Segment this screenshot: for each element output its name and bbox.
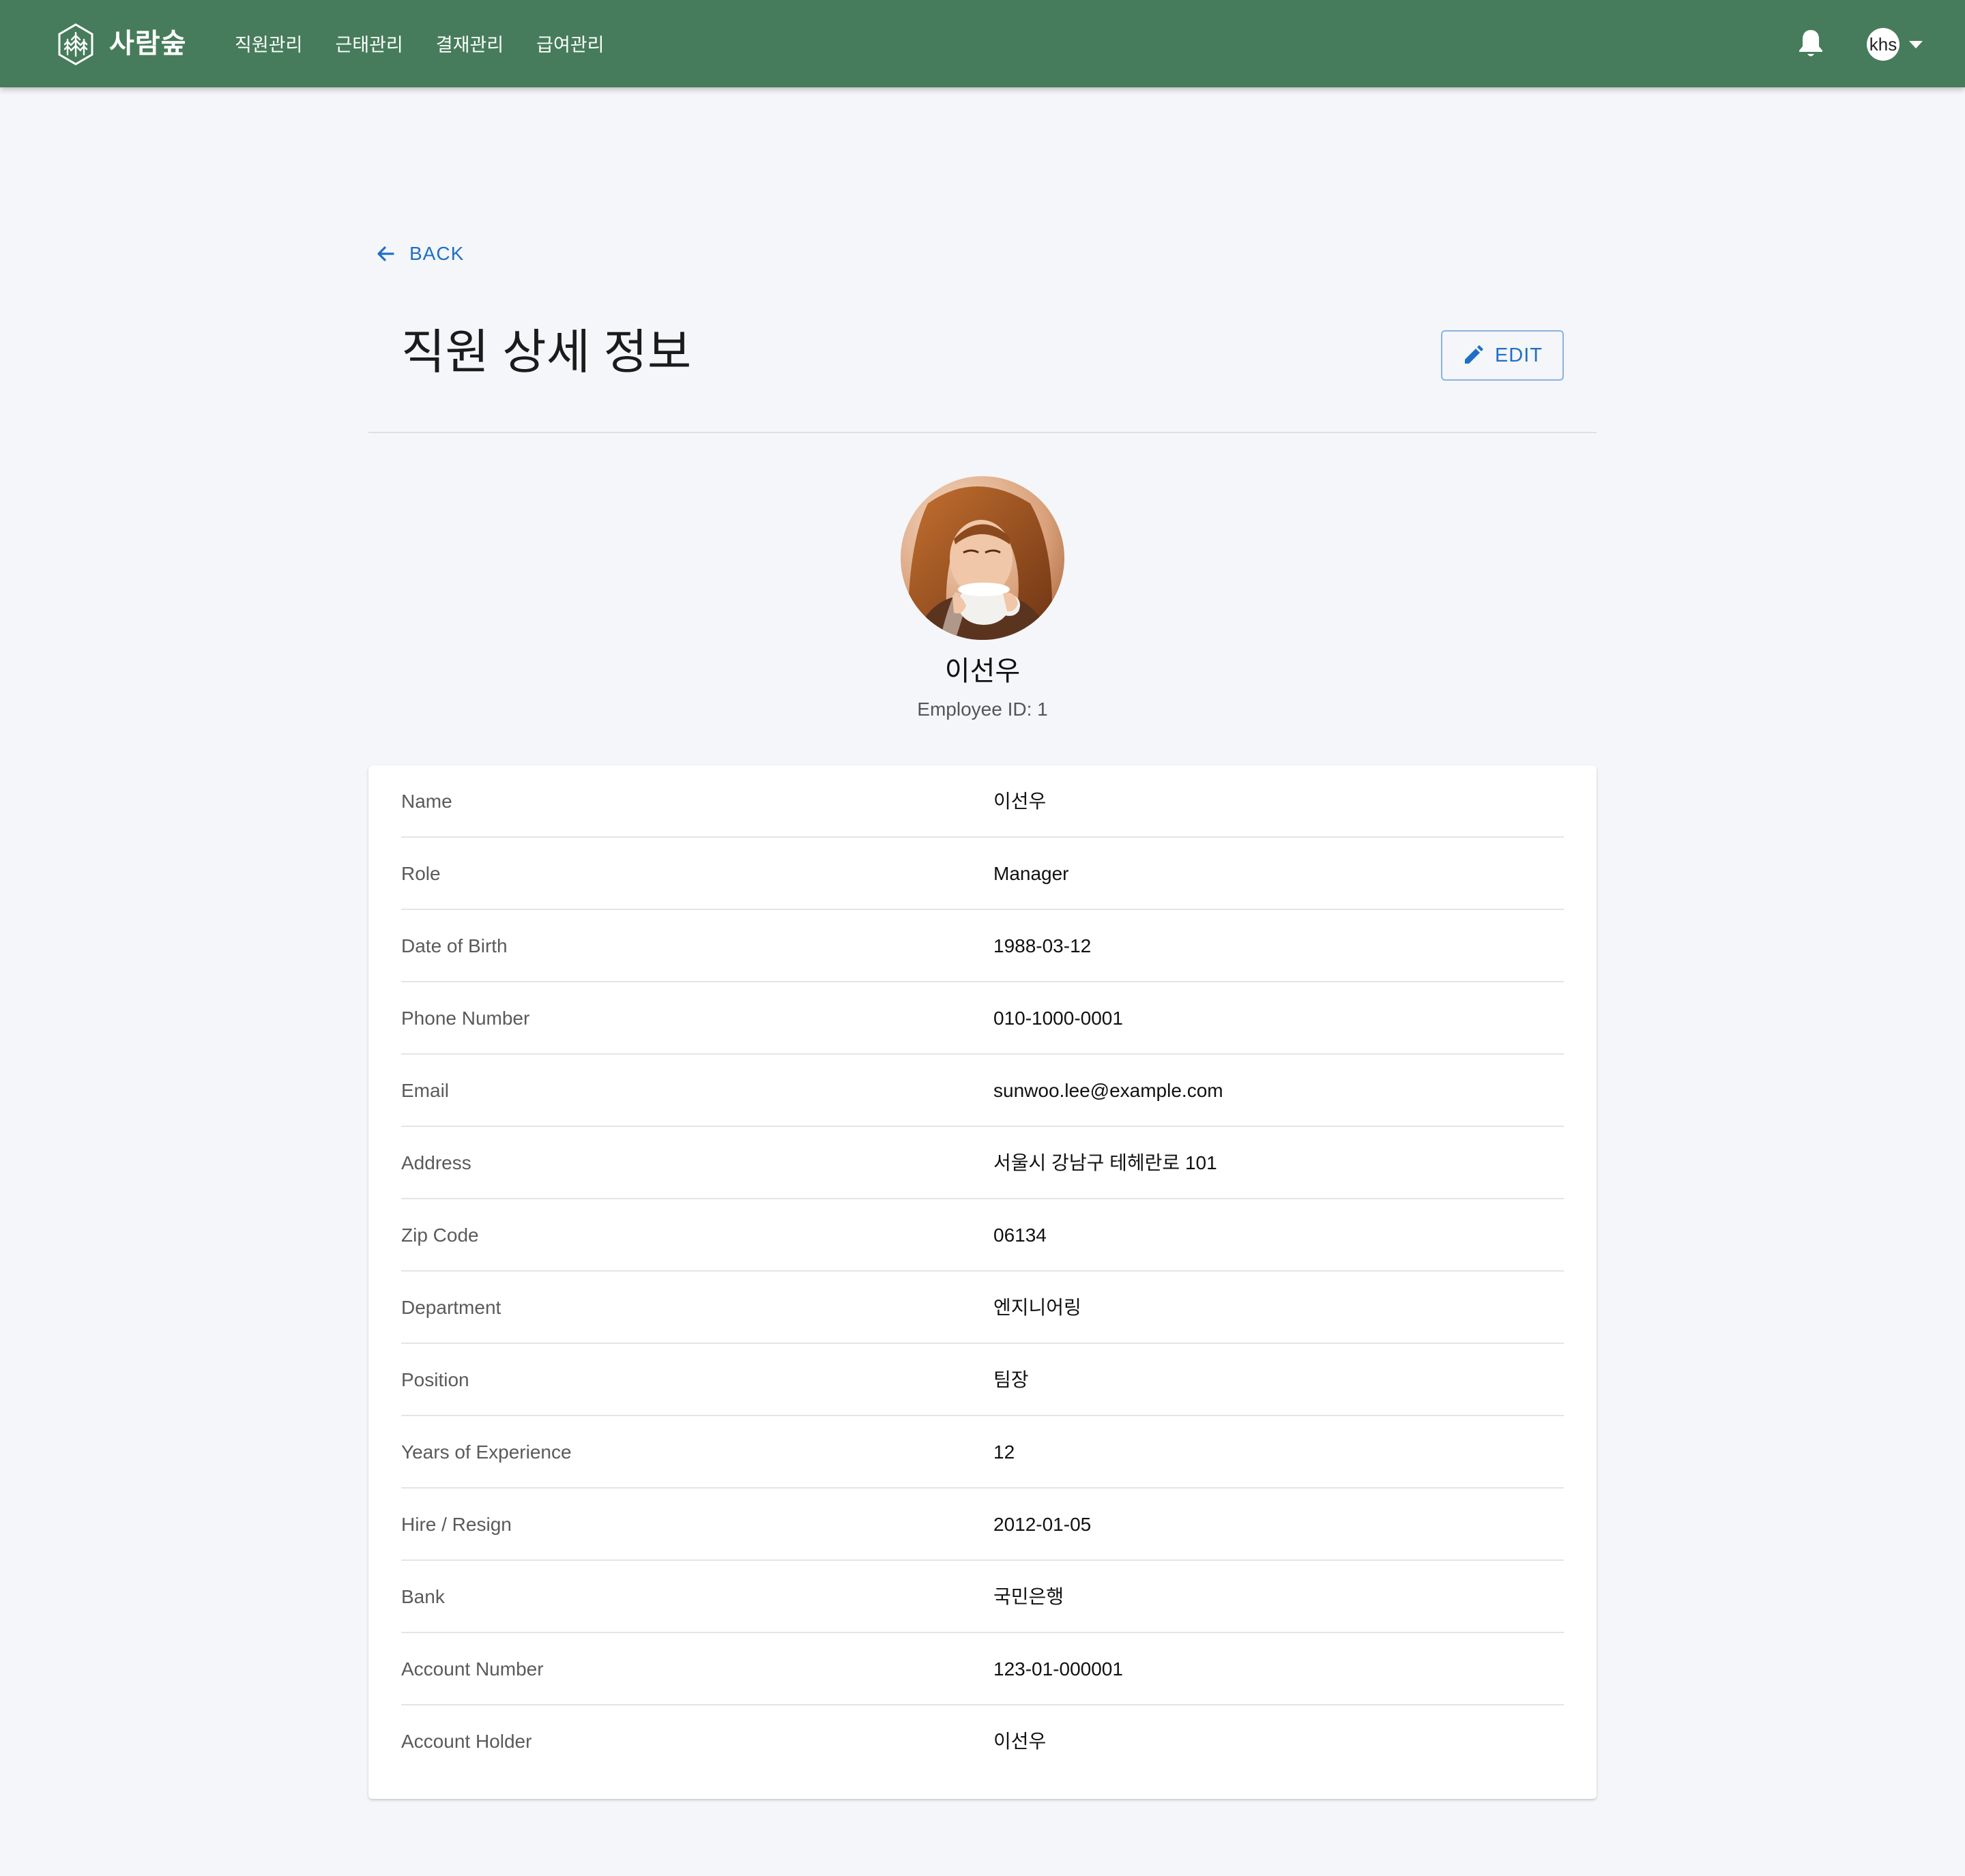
detail-label: Years of Experience <box>401 1441 572 1463</box>
back-label: BACK <box>409 243 465 264</box>
detail-value: 서울시 강남구 테헤란로 101 <box>993 1152 1217 1173</box>
app-bar: 사람숲 직원관리 근태관리 결재관리 급여관리 khs <box>0 0 1965 87</box>
details-list: Name 이선우 Role Manager Date of Birth 1988… <box>401 765 1564 1778</box>
detail-row-date-of-birth: Date of Birth 1988-03-12 <box>401 910 1564 982</box>
detail-row-account-number: Account Number 123-01-000001 <box>401 1633 1564 1705</box>
nav-payroll[interactable]: 급여관리 <box>536 30 604 60</box>
detail-value: 2012-01-05 <box>993 1514 1092 1535</box>
detail-value: 이선우 <box>993 1731 1047 1752</box>
main-nav: 직원관리 근태관리 결재관리 급여관리 <box>235 30 637 60</box>
bell-icon[interactable] <box>1797 27 1824 59</box>
detail-label: Date of Birth <box>401 935 508 956</box>
employee-name: 이선우 <box>944 656 1021 686</box>
forest-hexagon-icon[interactable] <box>57 23 94 65</box>
nav-employees[interactable]: 직원관리 <box>235 30 302 60</box>
detail-row-zip-code: Zip Code 06134 <box>401 1199 1564 1272</box>
detail-row-years-of-experience: Years of Experience 12 <box>401 1416 1564 1489</box>
detail-row-account-holder: Account Holder 이선우 <box>401 1705 1564 1778</box>
account-menu[interactable]: khs <box>1867 27 1923 61</box>
detail-label: Email <box>401 1080 450 1101</box>
detail-row-position: Position 팀장 <box>401 1344 1564 1416</box>
title-divider <box>368 432 1597 433</box>
employee-details-card: Name 이선우 Role Manager Date of Birth 1988… <box>368 765 1597 1799</box>
detail-label: Role <box>401 863 441 884</box>
profile-photo <box>901 476 1064 640</box>
detail-label: Department <box>401 1297 501 1318</box>
detail-row-name: Name 이선우 <box>401 765 1564 838</box>
detail-value: 06134 <box>993 1225 1047 1246</box>
detail-label: Address <box>401 1152 471 1173</box>
detail-value: sunwoo.lee@example.com <box>993 1080 1223 1101</box>
detail-row-hire-resign: Hire / Resign 2012-01-05 <box>401 1489 1564 1561</box>
detail-row-bank: Bank 국민은행 <box>401 1561 1564 1633</box>
detail-value: 010-1000-0001 <box>993 1008 1123 1029</box>
edit-button[interactable]: EDIT <box>1441 330 1564 381</box>
employee-id: Employee ID: 1 <box>917 699 1048 720</box>
detail-value: 123-01-000001 <box>993 1658 1123 1680</box>
detail-row-email: Email sunwoo.lee@example.com <box>401 1055 1564 1127</box>
detail-label: Name <box>401 791 452 812</box>
caret-down-icon[interactable] <box>1909 40 1923 48</box>
detail-value: 팀장 <box>993 1369 1029 1390</box>
nav-approvals[interactable]: 결재관리 <box>436 30 504 60</box>
pencil-icon <box>1464 345 1483 364</box>
detail-row-department: Department 엔지니어링 <box>401 1272 1564 1344</box>
detail-label: Position <box>401 1369 469 1390</box>
user-avatar[interactable]: khs <box>1867 28 1900 61</box>
nav-attendance[interactable]: 근태관리 <box>335 30 403 60</box>
detail-row-role: Role Manager <box>401 838 1564 910</box>
detail-label: Phone Number <box>401 1008 530 1029</box>
page-title: 직원 상세 정보 <box>401 325 692 379</box>
detail-label: Zip Code <box>401 1225 479 1246</box>
arrow-left-icon <box>377 246 394 261</box>
detail-value: 12 <box>993 1441 1015 1463</box>
detail-row-phone-number: Phone Number 010-1000-0001 <box>401 982 1564 1055</box>
back-button[interactable]: BACK <box>375 239 464 269</box>
detail-label: Account Number <box>401 1658 544 1680</box>
detail-value: 1988-03-12 <box>993 935 1092 956</box>
edit-label: EDIT <box>1494 344 1543 366</box>
detail-value: Manager <box>993 863 1069 884</box>
detail-value: 국민은행 <box>993 1586 1064 1607</box>
detail-value: 이선우 <box>993 791 1047 812</box>
detail-label: Hire / Resign <box>401 1514 512 1535</box>
detail-value: 엔지니어링 <box>993 1297 1081 1318</box>
detail-label: Bank <box>401 1586 445 1607</box>
brand-name[interactable]: 사람숲 <box>109 25 186 63</box>
detail-row-address: Address 서울시 강남구 테헤란로 101 <box>401 1127 1564 1199</box>
detail-label: Account Holder <box>401 1731 532 1752</box>
